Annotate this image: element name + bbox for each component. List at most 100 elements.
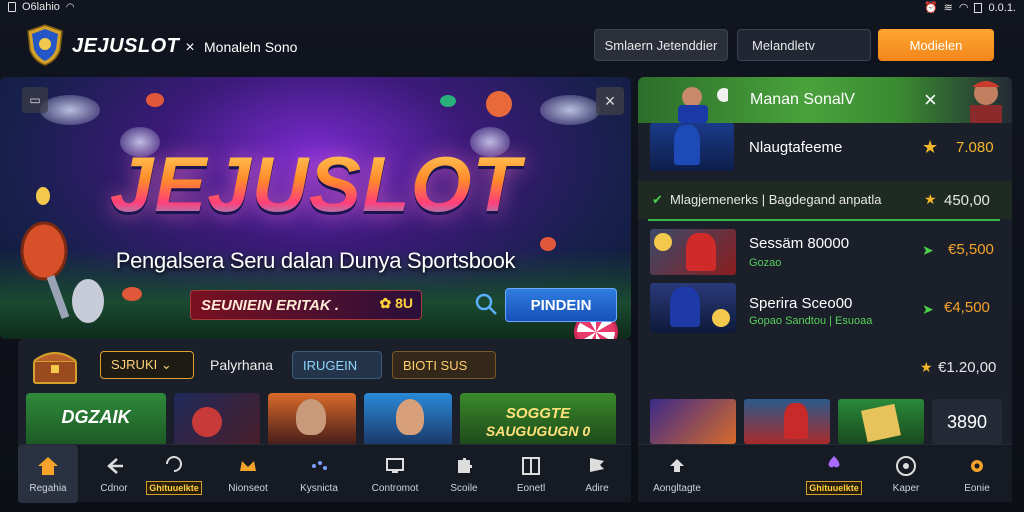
match-title[interactable]: Sperira Sceo00 <box>749 295 852 312</box>
game-card-label: SAUGUGUGN 0 <box>485 423 591 439</box>
match-thumbnail[interactable] <box>650 229 736 275</box>
match-title[interactable]: Nlaugtafeeme <box>749 139 842 156</box>
gear-icon <box>971 459 983 472</box>
player-avatar <box>970 81 1002 123</box>
game-card[interactable] <box>268 393 356 444</box>
header-button-1[interactable]: Smlaern Jetenddier <box>594 29 728 61</box>
nav-item-home[interactable]: Regahia <box>18 445 78 503</box>
flag-icon <box>590 457 604 472</box>
soccer-icon <box>896 455 916 476</box>
match-odds[interactable]: 7.080 <box>956 139 994 156</box>
game-card-label: DGZAIK <box>61 407 131 427</box>
nav-label: Ghituuelkte <box>146 481 202 495</box>
player-avatar <box>784 403 808 439</box>
nav-label: Eonie <box>964 482 990 494</box>
player-avatar <box>678 87 728 123</box>
coin-icon <box>440 95 456 107</box>
game-card[interactable]: DGZAIK <box>26 393 166 444</box>
nav-label: Nionseot <box>228 482 268 494</box>
shield-logo-icon[interactable] <box>26 24 64 66</box>
game-thumbnail[interactable] <box>744 399 830 444</box>
home-icon <box>38 456 58 475</box>
sim-icon <box>974 2 983 13</box>
nav-item-more[interactable]: Kysnicta <box>288 445 350 503</box>
match-subtitle: Gozao <box>749 257 782 269</box>
match-subtitle: Gopao Sandtou | Esuoaa <box>749 315 873 327</box>
nav-label: Regahia <box>29 482 67 494</box>
game-thumbnail[interactable] <box>838 399 924 444</box>
check-icon: ✔ <box>652 192 663 207</box>
app-root: O6lahio ◠ ⏰ ≋ ◠ 0.0.1. JEJUSLOT × Monalel… <box>0 0 1024 512</box>
nav-item-back[interactable]: Cdnor <box>84 445 144 503</box>
nav-item-monitor[interactable]: Contromot <box>360 445 430 503</box>
player-avatar <box>674 125 700 165</box>
ball-icon <box>192 407 222 437</box>
total-value: €1.20,00 <box>938 359 997 376</box>
divider <box>648 219 1000 221</box>
upload-icon <box>670 458 684 472</box>
promo-pill[interactable]: SEUNIEIN ERITAK . ✿ 8U <box>190 290 422 320</box>
match-odds[interactable]: €4,500 <box>944 299 990 316</box>
nav-item-puzzle[interactable]: Scoile <box>434 445 494 503</box>
status-left-text: O6lahio <box>22 1 60 13</box>
game-thumbnail[interactable] <box>650 399 736 444</box>
sportsbook-panel: Manan SonalV × Nlaugtafeeme ★ 7.080 ✔ Ml… <box>638 77 1012 444</box>
refresh-icon <box>166 456 182 472</box>
games-tab-4[interactable]: BIOTI SUS <box>392 351 496 379</box>
back-arrow-icon <box>107 457 123 474</box>
nav-item-flag[interactable]: Adire <box>566 445 628 503</box>
match-thumbnail[interactable] <box>650 283 736 333</box>
nav-item-cards[interactable]: Eonetl <box>500 445 562 503</box>
match-thumbnail[interactable] <box>650 123 734 171</box>
games-tab-3[interactable]: IRUGEIN <box>292 351 382 379</box>
brand-partner: Monaleln Sono <box>204 39 298 55</box>
spade-icon <box>828 456 840 468</box>
nav-item-refresh[interactable]: Ghituuelkte <box>142 445 206 503</box>
games-tab-2[interactable]: Palyrhana <box>200 351 283 379</box>
nav-item-spade[interactable]: Ghituuelkte <box>802 445 866 503</box>
search-icon[interactable] <box>474 292 498 316</box>
nav-label: Aongltagte <box>653 482 701 494</box>
list-item[interactable]: ✔ Mlagjemenerks | Bagdegand anpatla ★ 45… <box>638 181 1012 219</box>
hero-banner: ▭ × JEJUSLOT Pengalsera Seru dalan Dunya… <box>0 77 631 339</box>
bottom-nav-left: Regahia Cdnor Ghituuelkte Nionseot Kysni… <box>18 444 631 503</box>
match-odds[interactable]: €5,500 <box>948 241 994 258</box>
coin-icon <box>122 287 142 301</box>
close-icon[interactable]: × <box>596 87 624 115</box>
nav-item-settings[interactable]: Eonie <box>948 445 1006 503</box>
games-tab-1[interactable]: SJRUKI ⌄ <box>100 351 194 379</box>
vibrate-icon: ≋ <box>943 2 953 14</box>
game-card[interactable]: SOGGTE SAUGUGUGN 0 <box>460 393 616 444</box>
game-card[interactable] <box>364 393 452 444</box>
slot-tile-icon <box>861 403 901 443</box>
player-avatar <box>296 399 326 435</box>
nav-label: Cdnor <box>100 482 128 494</box>
nav-label: Adire <box>585 482 609 494</box>
team-badge-icon <box>712 309 730 327</box>
header-button-2[interactable]: Melandletv <box>737 29 871 61</box>
nav-label: Eonetl <box>516 482 546 494</box>
close-icon[interactable]: × <box>924 87 937 113</box>
nav-label: Kysnicta <box>300 482 338 494</box>
nav-label: Scoile <box>450 482 478 494</box>
bottom-nav-right: Aongltagte Ghituuelkte Kaper Eonie <box>638 444 1012 502</box>
match-title[interactable]: Sessäm 80000 <box>749 235 849 252</box>
minimize-icon[interactable]: ▭ <box>22 87 48 113</box>
hero-cta-button[interactable]: PINDEIN <box>505 288 617 322</box>
match-title: Mlagjemenerks | Bagdegand anpatla <box>670 192 882 207</box>
star-icon: ★ <box>920 359 933 375</box>
sportsbook-title: Manan SonalV <box>750 91 855 108</box>
game-thumbnail[interactable]: 3890 <box>932 399 1002 444</box>
header-primary-button[interactable]: Modielen <box>878 29 994 61</box>
game-card[interactable] <box>174 393 260 444</box>
nav-item-upload[interactable]: Aongltagte <box>646 445 708 503</box>
wifi-icon: ◠ <box>65 1 75 13</box>
monitor-icon <box>386 457 404 473</box>
nav-label: Contromot <box>371 482 419 494</box>
alarm-icon: ⏰ <box>923 2 938 14</box>
star-icon[interactable]: ★ <box>922 137 938 158</box>
battery-icon <box>8 2 16 12</box>
nav-item-crown[interactable]: Nionseot <box>214 445 282 503</box>
nav-item-sports[interactable]: Kaper <box>878 445 934 503</box>
brand-separator: × <box>185 39 196 56</box>
